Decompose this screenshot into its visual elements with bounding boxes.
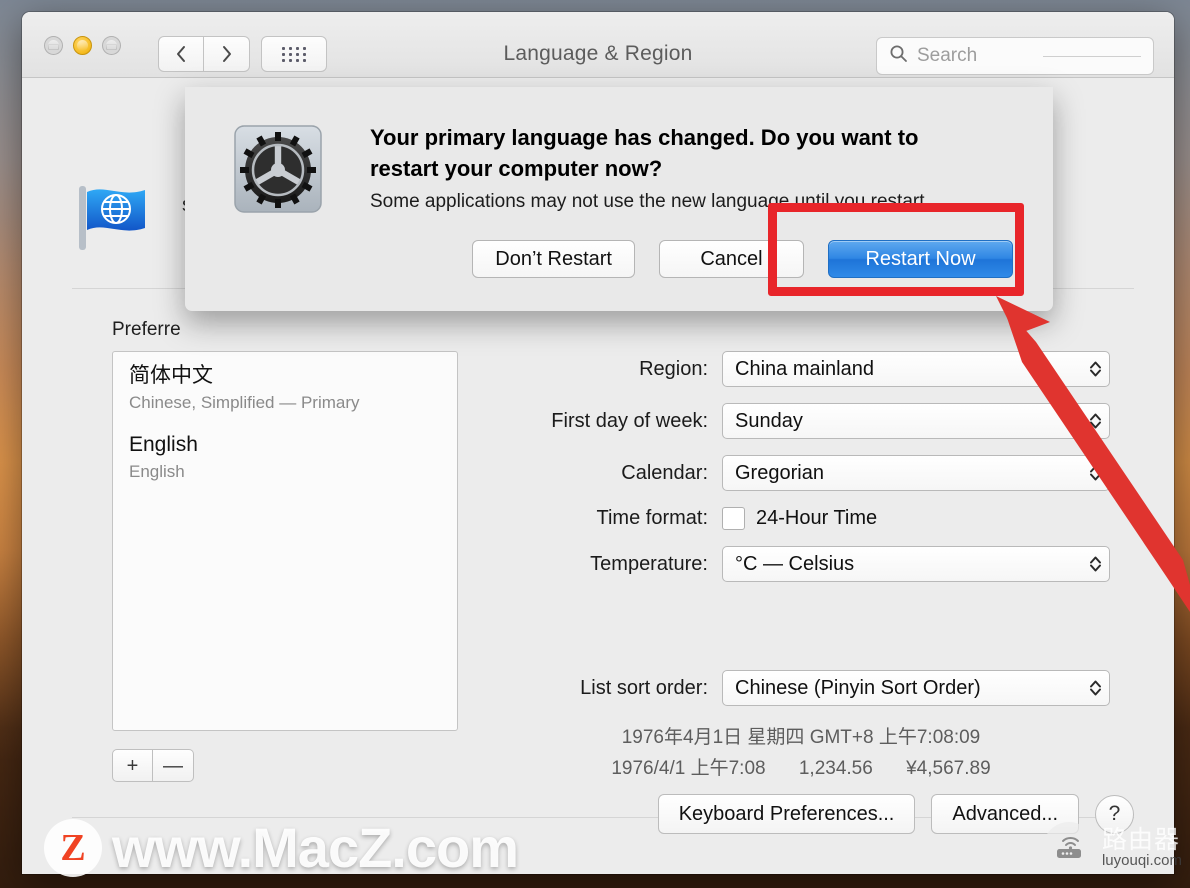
restart-alert-sheet: Your primary language has changed. Do yo… [185, 87, 1053, 311]
region-settings-form: Region: China mainland First day of week… [492, 351, 1110, 784]
calendar-label: Calendar: [621, 461, 708, 484]
region-popup[interactable]: China mainland [722, 351, 1110, 387]
form-spacer [492, 598, 1110, 670]
window-titlebar: Language & Region Search [22, 12, 1174, 78]
calendar-control[interactable]: Gregorian [722, 455, 1110, 491]
preview-line-2: 1976/4/1 上午7:08 1,234.56 ¥4,567.89 [492, 753, 1110, 784]
24-hour-time-checkbox[interactable] [722, 507, 745, 530]
search-placeholder: Search [917, 45, 978, 66]
form-row-region: Region: China mainland [492, 351, 1110, 387]
region-label: Region: [639, 357, 708, 380]
first-day-control[interactable]: Sunday [722, 403, 1110, 439]
temperature-popup[interactable]: °C — Celsius [722, 546, 1110, 582]
system-preferences-window: Language & Region Search Preferre 简体中文 C… [22, 12, 1174, 874]
luyouqi-text-block: 路由器 luyouqi.com [1102, 827, 1182, 869]
language-name: 简体中文 [129, 364, 213, 387]
form-row-sort-order: List sort order: Chinese (Pinyin Sort Or… [492, 670, 1110, 706]
temperature-label: Temperature: [590, 552, 708, 575]
form-row-time-format: Time format: 24-Hour Time [492, 507, 1110, 530]
alert-title: Your primary language has changed. Do yo… [370, 125, 919, 181]
time-format-label: Time format: [596, 507, 709, 529]
add-language-button[interactable]: + [112, 749, 153, 782]
temperature-control[interactable]: °C — Celsius [722, 546, 1110, 582]
sort-order-control[interactable]: Chinese (Pinyin Sort Order) [722, 670, 1110, 706]
search-rule [1043, 55, 1141, 57]
preferred-languages-list[interactable]: 简体中文 Chinese, Simplified — Primary Engli… [112, 351, 458, 731]
chevron-updown-icon [1089, 555, 1102, 574]
gear-preferences-icon [232, 123, 324, 215]
router-icon [1042, 822, 1095, 874]
calendar-popup[interactable]: Gregorian [722, 455, 1110, 491]
chevron-updown-icon [1089, 412, 1102, 431]
24-hour-time-checkbox-row[interactable]: 24-Hour Time [722, 507, 1110, 530]
language-subtitle: English [129, 462, 185, 481]
time-format-control: 24-Hour Time [722, 507, 1110, 530]
language-name: English [129, 433, 198, 456]
remove-language-button[interactable]: — [153, 749, 194, 782]
cancel-button[interactable]: Cancel [659, 240, 804, 278]
form-row-first-day: First day of week: Sunday [492, 403, 1110, 439]
form-row-calendar: Calendar: Gregorian [492, 455, 1110, 491]
first-day-popup[interactable]: Sunday [722, 403, 1110, 439]
chevron-updown-icon [1089, 360, 1102, 379]
preferred-languages-label: Preferre [112, 319, 181, 340]
format-preview: 1976年4月1日 星期四 GMT+8 上午7:08:09 1976/4/1 上… [492, 722, 1110, 784]
macz-logo-icon: Z [44, 818, 102, 877]
list-item[interactable]: English English [113, 421, 457, 490]
macz-url-text: www.MacZ.com [112, 816, 519, 879]
language-subtitle: Chinese, Simplified — Primary [129, 393, 360, 412]
list-add-remove-buttons: + — [112, 749, 194, 782]
watermark-macz: Z www.MacZ.com [44, 815, 519, 880]
first-day-label: First day of week: [551, 409, 708, 432]
preview-number: 1,234.56 [798, 758, 873, 779]
search-field[interactable]: Search [876, 37, 1154, 75]
chevron-updown-icon [1089, 679, 1102, 698]
watermark-luyouqi: 路由器 luyouqi.com [1042, 822, 1182, 874]
form-row-temperature: Temperature: °C — Celsius [492, 546, 1110, 582]
alert-message: Some applications may not use the new la… [370, 191, 930, 212]
sort-order-label: List sort order: [580, 676, 708, 699]
24-hour-time-label: 24-Hour Time [756, 507, 878, 529]
keyboard-preferences-button[interactable]: Keyboard Preferences... [657, 794, 916, 834]
preview-currency: ¥4,567.89 [906, 758, 991, 779]
preview-short-date: 1976/4/1 上午7:08 [611, 758, 766, 779]
settings-panel: Preferre 简体中文 Chinese, Simplified — Prim… [72, 288, 1134, 818]
region-control[interactable]: China mainland [722, 351, 1110, 387]
sort-order-popup[interactable]: Chinese (Pinyin Sort Order) [722, 670, 1110, 706]
search-icon [889, 44, 908, 68]
list-item[interactable]: 简体中文 Chinese, Simplified — Primary [113, 352, 457, 421]
alert-button-row: Don’t Restart Cancel Restart Now [185, 240, 1053, 278]
chevron-updown-icon [1089, 464, 1102, 483]
preview-line-1: 1976年4月1日 星期四 GMT+8 上午7:08:09 [621, 727, 981, 748]
restart-now-button[interactable]: Restart Now [828, 240, 1013, 278]
luyouqi-url-text: luyouqi.com [1101, 852, 1182, 870]
language-region-flag-globe-icon [75, 182, 161, 256]
luyouqi-cn-text: 路由器 [1101, 826, 1180, 854]
dont-restart-button[interactable]: Don’t Restart [472, 240, 635, 278]
